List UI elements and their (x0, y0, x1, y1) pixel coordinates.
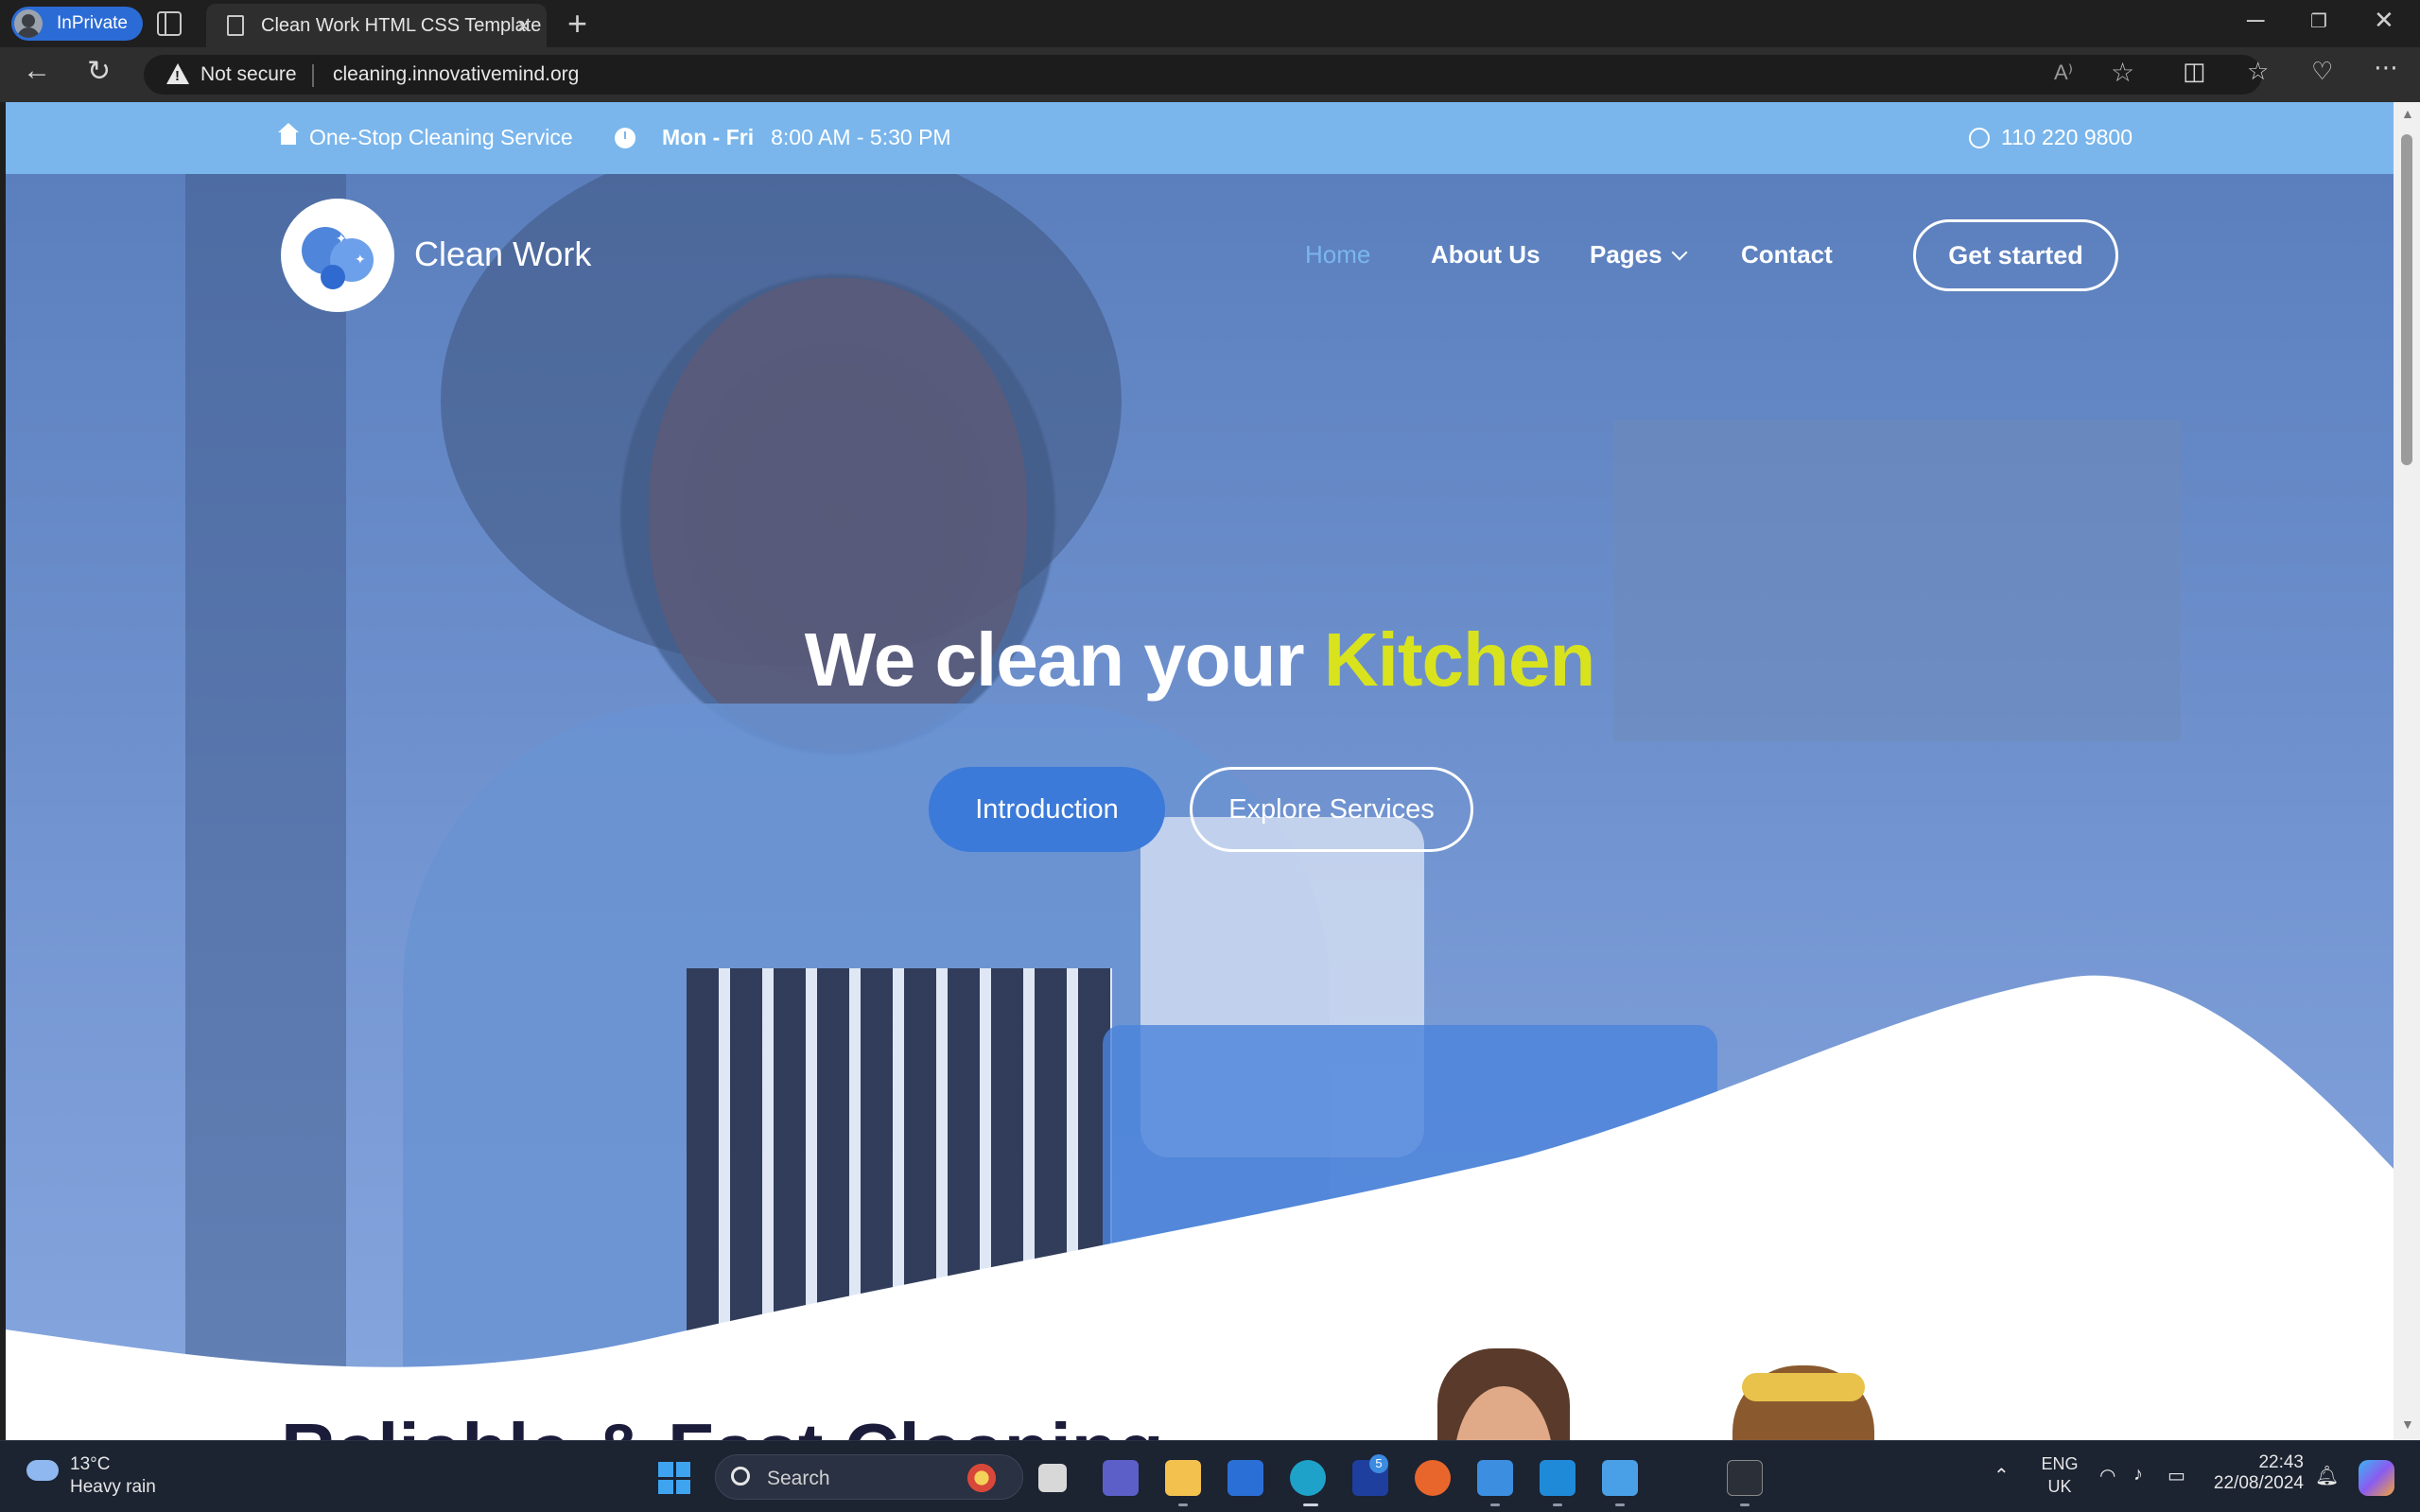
wifi-icon[interactable]: ◠ (2099, 1464, 2115, 1487)
favorites-icon[interactable]: ☆ (2247, 57, 2269, 86)
running-indicator (1553, 1503, 1562, 1506)
close-window-icon[interactable]: ✕ (2374, 6, 2394, 35)
phone-text[interactable]: 110 220 9800 (2001, 125, 2133, 150)
nav-pages-label: Pages (1590, 240, 1663, 269)
brand-name[interactable]: Clean Work (414, 235, 591, 274)
search-highlight-icon (964, 1463, 1000, 1493)
address-separator (312, 64, 314, 87)
tab-title: Clean Work HTML CSS Template (261, 15, 542, 36)
battery-icon[interactable]: ▭ (2168, 1464, 2185, 1487)
web-page: One-Stop Cleaning Service Mon - Fri 8:00… (6, 102, 2394, 1440)
new-tab-icon[interactable]: + (567, 4, 587, 43)
nav-pages[interactable]: Pages (1590, 240, 1688, 269)
weather-desc: Heavy rain (70, 1477, 156, 1497)
worker-photo (1732, 1365, 1874, 1440)
running-indicator (1303, 1503, 1318, 1506)
system-clock[interactable]: 22:43 22/08/2024 (2213, 1452, 2304, 1494)
running-indicator (1178, 1503, 1188, 1506)
phone-info[interactable]: 110 220 9800 (1969, 125, 2133, 150)
scroll-down-icon[interactable]: ▼ (2401, 1416, 2414, 1432)
lang-line1: ENG (2041, 1454, 2079, 1473)
page-icon (227, 15, 244, 36)
headline-prefix: We clean your (804, 617, 1324, 702)
clock-date: 22/08/2024 (2213, 1473, 2304, 1493)
explore-services-button[interactable]: Explore Services (1190, 767, 1473, 852)
browser-tab[interactable]: Clean Work HTML CSS Template × (206, 4, 547, 47)
chevron-down-icon (1671, 244, 1688, 261)
hero-section: ✦ ✦ Clean Work Home About Us Pages Conta… (6, 174, 2394, 1440)
service-text: One-Stop Cleaning Service (309, 125, 573, 149)
volume-icon[interactable]: ♪ (2133, 1464, 2143, 1486)
photos-icon[interactable] (1477, 1460, 1513, 1496)
vscode-icon[interactable] (1540, 1460, 1576, 1496)
nav-contact[interactable]: Contact (1741, 240, 1833, 269)
service-info: One-Stop Cleaning Service (278, 122, 573, 150)
running-indicator (1490, 1503, 1500, 1506)
copilot-icon[interactable] (2359, 1460, 2394, 1496)
rain-cloud-icon (26, 1460, 59, 1481)
taskbar-search[interactable]: Search (715, 1454, 1023, 1500)
worker-photo (1437, 1348, 1570, 1440)
task-view-icon[interactable] (1038, 1464, 1067, 1492)
notification-badge: 5 (1369, 1454, 1388, 1473)
security-status[interactable]: Not secure (200, 63, 297, 86)
weather-temp: 13°C (70, 1454, 111, 1474)
restore-icon[interactable]: ❐ (2310, 9, 2327, 33)
lang-line2: UK (2047, 1477, 2072, 1496)
warning-icon (166, 63, 189, 84)
hours-text: 8:00 AM - 5:30 PM (771, 125, 951, 149)
whatsapp-icon (1969, 127, 1990, 148)
hero-headline: We clean your Kitchen (6, 617, 2394, 704)
address-bar[interactable]: Not secure cleaning.innovativemind.org A… (144, 55, 2262, 95)
get-started-button[interactable]: Get started (1913, 219, 2118, 291)
start-button[interactable] (658, 1462, 690, 1494)
site-logo[interactable]: ✦ ✦ (281, 199, 394, 312)
notifications-bell-icon[interactable]: 🔔︎ (2315, 1464, 2339, 1487)
search-label: Search (767, 1468, 830, 1489)
minimize-icon[interactable]: ─ (2247, 6, 2264, 35)
scroll-up-icon[interactable]: ▲ (2401, 106, 2414, 121)
firefox-icon[interactable] (1415, 1460, 1451, 1496)
profile-avatar (14, 9, 43, 38)
headline-highlight: Kitchen (1323, 617, 1595, 702)
page-scrollbar[interactable]: ▲ ▼ (2394, 102, 2420, 1440)
browser-tab-strip: InPrivate Clean Work HTML CSS Template ×… (0, 0, 2420, 47)
url-text[interactable]: cleaning.innovativemind.org (333, 63, 579, 86)
days-text: Mon - Fri (662, 125, 755, 149)
back-icon[interactable]: ← (23, 55, 51, 87)
refresh-icon[interactable]: ↻ (87, 55, 111, 88)
tab-actions-icon[interactable] (157, 11, 182, 36)
file-explorer-icon[interactable] (1165, 1460, 1201, 1496)
edge-icon[interactable] (1290, 1460, 1326, 1496)
nav-home[interactable]: Home (1305, 240, 1370, 269)
store-icon[interactable] (1227, 1460, 1263, 1496)
more-menu-icon[interactable]: ⋯ (2374, 53, 2398, 82)
show-hidden-icons-icon[interactable]: ⌃ (1993, 1464, 2010, 1487)
browser-essentials-icon[interactable]: ♡ (2311, 57, 2333, 86)
clock-time: 22:43 (2258, 1452, 2304, 1472)
split-screen-icon[interactable]: ◫ (2183, 57, 2206, 86)
favorite-star-icon[interactable]: ☆ (2111, 57, 2134, 88)
scroll-thumb[interactable] (2401, 134, 2412, 465)
search-icon (731, 1467, 750, 1486)
input-language[interactable]: ENG UK (2041, 1452, 2079, 1498)
inprivate-profile-button[interactable]: InPrivate (11, 7, 143, 41)
inprivate-label: InPrivate (57, 13, 128, 33)
introduction-button[interactable]: Introduction (929, 767, 1165, 852)
running-indicator (1740, 1503, 1750, 1506)
close-tab-icon[interactable]: × (516, 11, 531, 41)
home-icon (278, 122, 299, 145)
browser-toolbar: ← ↻ Not secure cleaning.innovativemind.o… (0, 47, 2420, 102)
nav-about-us[interactable]: About Us (1431, 240, 1541, 269)
terminal-icon[interactable] (1727, 1460, 1763, 1496)
windows-taskbar: 13°C Heavy rain Search 5 ⌃ ENG UK ◠ ♪ ▭ … (0, 1440, 2420, 1512)
notepad-icon[interactable] (1602, 1460, 1638, 1496)
info-topbar: One-Stop Cleaning Service Mon - Fri 8:00… (6, 102, 2394, 174)
hours-info: Mon - Fri 8:00 AM - 5:30 PM (615, 125, 951, 150)
read-aloud-icon[interactable]: A⁾ (2054, 61, 2073, 85)
clock-icon (615, 127, 635, 148)
running-indicator (1615, 1503, 1625, 1506)
section-title: Reliable & Fast Cleaning (281, 1407, 1164, 1440)
teams-icon[interactable] (1103, 1460, 1139, 1496)
